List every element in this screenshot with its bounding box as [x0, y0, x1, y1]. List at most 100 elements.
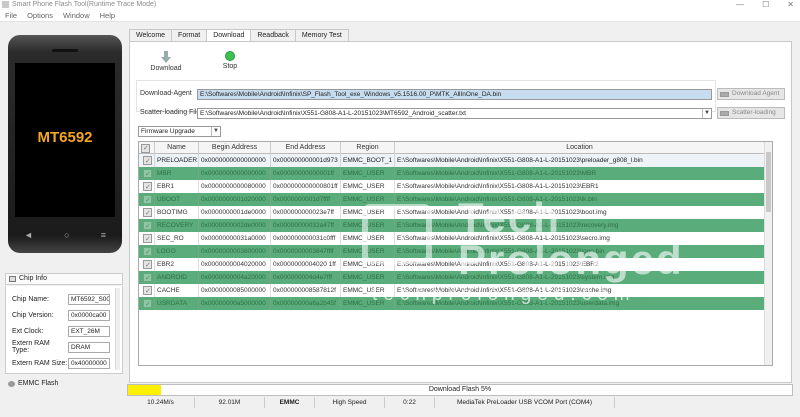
ram-size-label: Extern RAM Size:: [12, 359, 68, 367]
stop-icon: [225, 51, 235, 61]
location-cell: E:\Softwares\Mobile\Android\Infinix\X551…: [395, 245, 765, 258]
menu-file[interactable]: File: [5, 11, 17, 20]
status-storage: EMMC: [265, 397, 315, 408]
minimize-icon[interactable]: —: [736, 0, 744, 9]
row-checkbox[interactable]: [143, 285, 152, 297]
select-all-checkbox[interactable]: [141, 143, 150, 154]
chip-info-header[interactable]: Chip Info: [5, 273, 123, 285]
scatter-path: E:\Softwares\Mobile\Android\Infinix\X551…: [200, 110, 466, 117]
row-checkbox[interactable]: [143, 259, 152, 271]
tab-welcome[interactable]: Welcome: [129, 29, 173, 41]
menu-bar: File Options Window Help: [0, 9, 800, 22]
region-cell: EMMC_BOOT_1: [341, 154, 395, 167]
region-cell: EMMC_USER: [341, 271, 395, 284]
header-checkbox[interactable]: [139, 142, 155, 154]
table-row[interactable]: MBR0x00000000000000000x00000000000001ffE…: [139, 167, 772, 180]
menu-help[interactable]: Help: [100, 11, 115, 20]
end-address-cell: 0x000000000000801ff: [271, 180, 341, 193]
table-row[interactable]: ANDROID0x0000000004a200000x000000004d4e7…: [139, 271, 772, 284]
scatter-label: Scatter-loading File: [140, 109, 201, 116]
close-icon[interactable]: ✕: [787, 0, 794, 9]
stop-button[interactable]: Stop: [210, 51, 250, 70]
progress-text: Download Flash 5%: [428, 386, 492, 393]
row-checkbox-cell: [139, 206, 155, 219]
end-address-cell: 0x000000000031c0fff: [271, 232, 341, 245]
row-checkbox-cell: [139, 284, 155, 297]
end-address-cell: 0x0000000004020 1ff: [271, 258, 341, 271]
emmc-flash-item[interactable]: EMMC Flash: [5, 378, 58, 390]
left-panel: MT6592 ◄ ○ ≡ Chip Info Chip Name: MT6592…: [0, 23, 126, 397]
row-checkbox-cell: [139, 167, 155, 180]
app-icon: [2, 1, 9, 8]
header-name[interactable]: Name: [155, 142, 199, 154]
table-body: PRELOADER0x00000000000000000x00000000000…: [139, 154, 772, 310]
scatter-loading-button[interactable]: Scatter-loading: [717, 107, 785, 119]
row-checkbox[interactable]: [143, 220, 152, 232]
partition-name-cell: SEC_RO: [155, 232, 199, 245]
end-address-cell: 0x000000004d4e7fff: [271, 271, 341, 284]
end-address-cell: 0x000000000023e7ff: [271, 206, 341, 219]
table-scrollbar[interactable]: [764, 142, 772, 365]
mode-select[interactable]: Firmware Upgrade ▼: [138, 126, 221, 137]
menu-window[interactable]: Window: [63, 11, 90, 20]
chevron-down-icon[interactable]: ▼: [702, 109, 711, 118]
folder-icon: [720, 92, 729, 97]
chip-info-scrollbar[interactable]: [115, 288, 120, 370]
ram-size-value: 0x40000000: [68, 357, 110, 369]
partition-name-cell: EBR2: [155, 258, 199, 271]
table-row[interactable]: EBR20x00000000040200000x0000000004020 1f…: [139, 258, 772, 271]
scatter-loading-button-label: Scatter-loading: [732, 109, 776, 116]
header-location[interactable]: Location: [395, 142, 765, 154]
region-cell: EMMC_USER: [341, 232, 395, 245]
location-cell: E:\Softwares\Mobile\Android\Infinix\X551…: [395, 193, 765, 206]
row-checkbox[interactable]: [143, 181, 152, 193]
header-end-address[interactable]: End Address: [271, 142, 341, 154]
chevron-down-icon[interactable]: ▼: [211, 127, 220, 136]
location-cell: E:\Softwares\Mobile\Android\Infinix\X551…: [395, 258, 765, 271]
location-cell: E:\Softwares\Mobile\Android\Infinix\X551…: [395, 297, 765, 310]
row-checkbox[interactable]: [143, 246, 152, 258]
table-row[interactable]: UBOOT0x0000000001d200000x0000000001d7fff…: [139, 193, 772, 206]
location-cell: E:\Softwares\Mobile\Android\Infinix\X551…: [395, 219, 765, 232]
partition-name-cell: PRELOADER: [155, 154, 199, 167]
location-cell: E:\Softwares\Mobile\Android\Infinix\X551…: [395, 154, 765, 167]
table-row[interactable]: USRDATA0x00000000a50000000x00000000a6a2b…: [139, 297, 772, 310]
row-checkbox[interactable]: [143, 233, 152, 245]
chip-info-row: Extern RAM Type: DRAM: [12, 340, 110, 354]
header-begin-address[interactable]: Begin Address: [199, 142, 271, 154]
table-row[interactable]: LOGO0x00000000038000000x0000000003847fff…: [139, 245, 772, 258]
row-checkbox[interactable]: [143, 272, 152, 284]
row-checkbox[interactable]: [143, 207, 152, 219]
partition-name-cell: EBR1: [155, 180, 199, 193]
table-row[interactable]: SEC_RO0x00000000031a00000x000000000031c0…: [139, 232, 772, 245]
menu-options[interactable]: Options: [27, 11, 53, 20]
row-checkbox[interactable]: [143, 155, 152, 167]
row-checkbox[interactable]: [143, 168, 152, 180]
status-usb-speed: High Speed: [315, 397, 385, 408]
table-row[interactable]: PRELOADER0x00000000000000000x00000000000…: [139, 154, 772, 167]
tab-memory-test[interactable]: Memory Test: [294, 29, 349, 41]
row-checkbox-cell: [139, 258, 155, 271]
scrollbar-thumb[interactable]: [766, 152, 771, 212]
download-agent-field[interactable]: E:\Softwares\Mobile\Android\Infinix\SP_F…: [197, 89, 712, 100]
end-address-cell: 0x0000000003847ffff: [271, 245, 341, 258]
download-agent-button[interactable]: Download Agent: [717, 88, 785, 100]
table-row[interactable]: BOOTIMG0x0000000001de00000x000000000023e…: [139, 206, 772, 219]
phone-speaker: [52, 49, 78, 52]
region-cell: EMMC_USER: [341, 245, 395, 258]
table-row[interactable]: EBR10x00000000000800000x000000000000801f…: [139, 180, 772, 193]
header-region[interactable]: Region: [341, 142, 395, 154]
tab-readback[interactable]: Readback: [250, 29, 296, 41]
table-row[interactable]: CACHE0x00000000850000000x000000008587812…: [139, 284, 772, 297]
row-checkbox[interactable]: [143, 194, 152, 206]
scatter-field[interactable]: E:\Softwares\Mobile\Android\Infinix\X551…: [197, 108, 712, 119]
ram-type-label: Extern RAM Type:: [12, 340, 50, 354]
row-checkbox-cell: [139, 245, 155, 258]
download-button[interactable]: Download: [146, 51, 186, 72]
table-row[interactable]: RECOVERY0x0000000002de00000x00000000032a…: [139, 219, 772, 232]
maximize-icon[interactable]: ☐: [762, 0, 769, 9]
tab-format[interactable]: Format: [171, 29, 208, 41]
row-checkbox[interactable]: [143, 298, 152, 310]
begin-address-cell: 0x00000000031a0000: [199, 232, 271, 245]
location-cell: E:\Softwares\Mobile\Android\Infinix\X551…: [395, 271, 765, 284]
